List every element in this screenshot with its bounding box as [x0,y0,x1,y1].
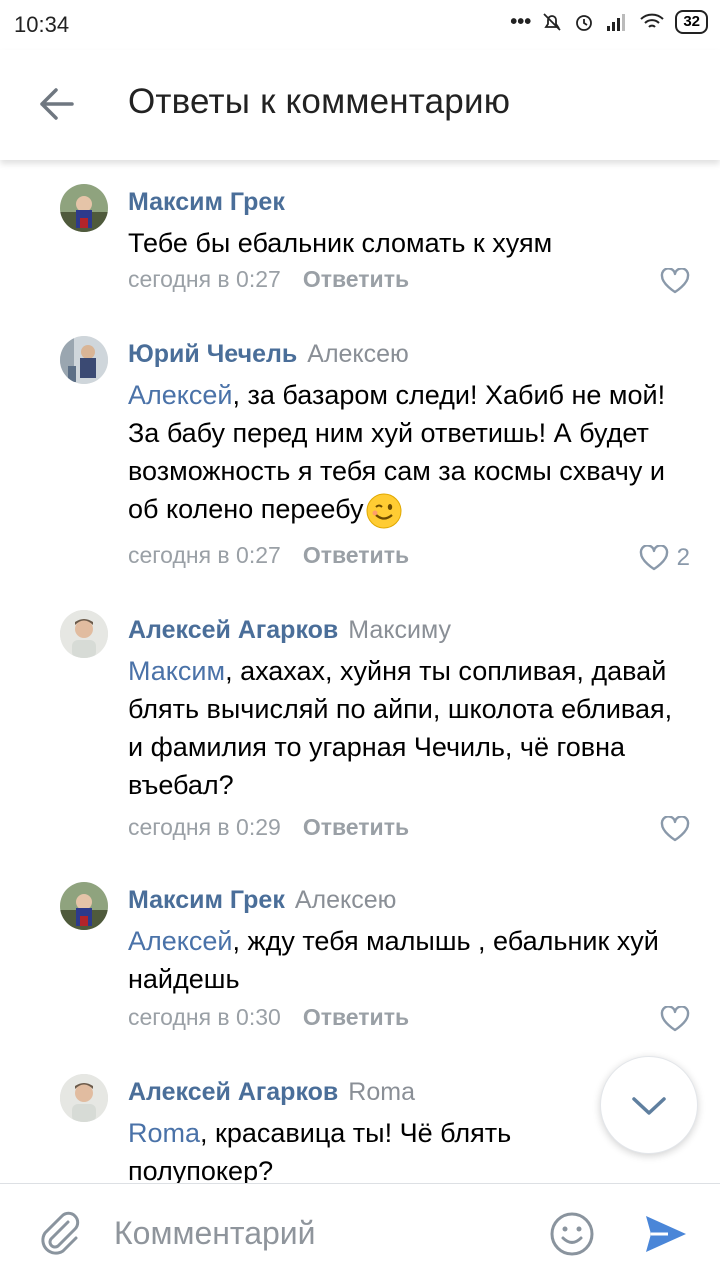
author-name[interactable]: Алексей Агарков [128,616,338,644]
reply-target[interactable]: Roma [348,1078,415,1106]
comment-time: сегодня в 0:27 [128,266,281,292]
attach-button[interactable] [34,1208,84,1258]
status-icons: ••• 32 [510,10,708,34]
reply-button[interactable]: Ответить [303,814,409,840]
author-line: Юрий Чечель Алексею [128,340,409,369]
comment-text: Тебе бы ебальник сломать к хуям [128,224,673,262]
comment-meta: сегодня в 0:27 Ответить [128,266,409,293]
send-icon [646,1216,686,1252]
like-button[interactable]: 2 [639,544,690,572]
reply-target[interactable]: Алексею [295,886,397,914]
avatar[interactable] [60,1074,108,1122]
heart-icon [660,1006,690,1032]
author-name[interactable]: Алексей Агарков [128,1078,338,1106]
status-time: 10:34 [14,12,70,37]
comment-text: Максим, ахахах, хуйня ты сопливая, давай… [128,652,673,804]
comment-input[interactable] [114,1204,534,1262]
avatar[interactable] [60,336,108,384]
like-button[interactable] [660,268,690,294]
heart-icon [660,816,690,842]
smiley-icon [550,1212,594,1256]
mention-link[interactable]: Максим [128,656,225,686]
comment-meta: сегодня в 0:27 Ответить [128,542,409,569]
heart-icon [660,268,690,294]
chevron-down-icon [632,1097,666,1115]
reply-target[interactable]: Алексею [307,340,409,368]
comment-body: Тебе бы ебальник сломать к хуям [128,228,553,258]
status-bar: 10:34 ••• 32 [0,0,720,50]
heart-icon [639,545,668,571]
comment-time: сегодня в 0:27 [128,542,281,568]
battery-indicator: 32 [675,10,708,34]
scroll-down-button[interactable] [600,1056,698,1154]
comment-time: сегодня в 0:29 [128,814,281,840]
mention-link[interactable]: Алексей [128,926,233,956]
back-button[interactable] [32,82,82,126]
comments-list: Максим Грек Тебе бы ебальник сломать к х… [0,160,720,1183]
signal-icon [607,14,626,31]
mention-link[interactable]: Алексей [128,380,233,410]
avatar[interactable] [60,610,108,658]
arrow-left-icon [40,88,74,120]
comment-text: Roma, красавица ты! Чё блять полупокер? [128,1114,588,1183]
avatar[interactable] [60,184,108,232]
page-title: Ответы к комментарию [128,82,511,121]
winking-face-icon [366,493,402,529]
app-header: Ответы к комментарию [0,50,720,160]
mention-link[interactable]: Roma [128,1118,200,1148]
wifi-icon [640,13,664,28]
like-button[interactable] [660,1006,690,1032]
comment-meta: сегодня в 0:30 Ответить [128,1004,409,1031]
author-line: Алексей Агарков Максиму [128,616,451,645]
paperclip-icon [41,1211,80,1255]
avatar[interactable] [60,882,108,930]
comment-meta: сегодня в 0:29 Ответить [128,814,409,841]
reply-button[interactable]: Ответить [303,542,409,568]
more-dots-icon: ••• [510,10,532,33]
comment-text: Алексей, за базаром следи! Хабиб не мой!… [128,376,673,530]
author-name[interactable]: Максим Грек [128,188,285,216]
author-name[interactable]: Максим Грек [128,886,285,914]
author-line: Максим Грек [128,188,285,217]
reply-target[interactable]: Максиму [348,616,451,644]
author-line: Алексей Агарков Roma [128,1078,415,1107]
comment-composer [0,1183,720,1281]
comment-text: Алексей, жду тебя малышь , ебальник хуй … [128,922,673,998]
like-count: 2 [676,544,690,571]
reply-button[interactable]: Ответить [303,1004,409,1030]
alarm-icon [576,15,593,31]
emoji-button[interactable] [548,1210,596,1258]
like-button[interactable] [660,816,690,842]
mute-bell-icon [543,13,561,31]
comment-time: сегодня в 0:30 [128,1004,281,1030]
send-button[interactable] [642,1210,690,1258]
author-name[interactable]: Юрий Чечель [128,340,297,368]
author-line: Максим Грек Алексею [128,886,396,915]
reply-button[interactable]: Ответить [303,266,409,292]
